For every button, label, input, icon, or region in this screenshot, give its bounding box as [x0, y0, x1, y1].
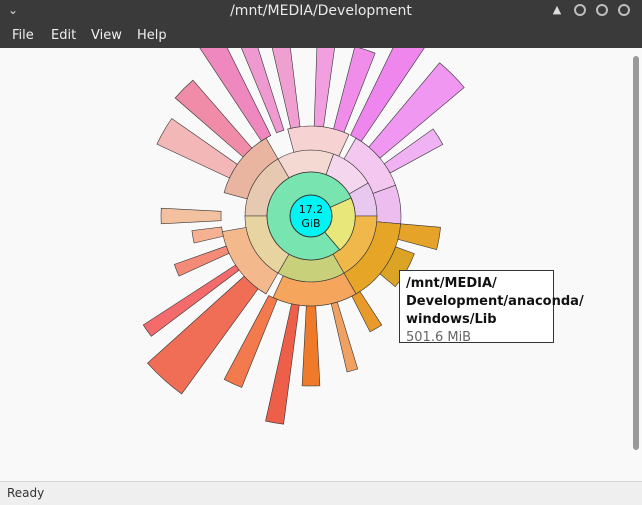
- hover-tooltip: /mnt/MEDIA/ Development/anaconda/ window…: [399, 270, 584, 345]
- menu-help[interactable]: Help: [137, 28, 167, 43]
- menu-view[interactable]: View: [91, 28, 122, 43]
- spike-10[interactable]: [160, 207, 222, 225]
- tooltip-path-1: /mnt/MEDIA/: [406, 276, 497, 291]
- center-size-value: 17.2: [299, 203, 324, 216]
- statusbar: Ready: [0, 481, 642, 505]
- status-text: Ready: [7, 486, 45, 500]
- tooltip-path-2: Development/anaconda/: [406, 294, 584, 309]
- minimize-button[interactable]: [574, 4, 586, 16]
- titlebar: ⌄ /mnt/MEDIA/Development ▲: [0, 0, 642, 24]
- vertical-scrollbar[interactable]: [633, 56, 639, 450]
- close-button[interactable]: [618, 4, 630, 16]
- center-size-unit: GiB: [301, 217, 320, 230]
- spike-17[interactable]: [301, 305, 321, 387]
- center-circle[interactable]: [289, 194, 333, 238]
- menubar: File Edit View Help: [0, 24, 642, 48]
- tooltip-size: 501.6 MiB: [406, 330, 472, 345]
- spike-12[interactable]: [173, 245, 230, 277]
- spike-5[interactable]: [313, 48, 335, 128]
- chevron-up-icon[interactable]: ▲: [550, 3, 564, 17]
- window-title: /mnt/MEDIA/Development: [230, 3, 412, 19]
- maximize-button[interactable]: [596, 4, 608, 16]
- menu-file[interactable]: File: [12, 28, 34, 43]
- tooltip-path-3: windows/Lib: [406, 312, 497, 327]
- window-controls: ▲: [550, 3, 630, 17]
- menu-edit[interactable]: Edit: [51, 28, 76, 43]
- spike-18[interactable]: [330, 301, 359, 373]
- spike-16[interactable]: [265, 303, 300, 425]
- spike-21[interactable]: [397, 223, 441, 251]
- sunburst-chart[interactable]: 17.2 GiB: [0, 48, 642, 481]
- spike-11[interactable]: [191, 226, 224, 244]
- sunburst-core[interactable]: 17.2 GiB: [266, 171, 356, 261]
- spike-19[interactable]: [351, 291, 383, 333]
- app-window: ⌄ /mnt/MEDIA/Development ▲ File Edit Vie…: [0, 0, 642, 505]
